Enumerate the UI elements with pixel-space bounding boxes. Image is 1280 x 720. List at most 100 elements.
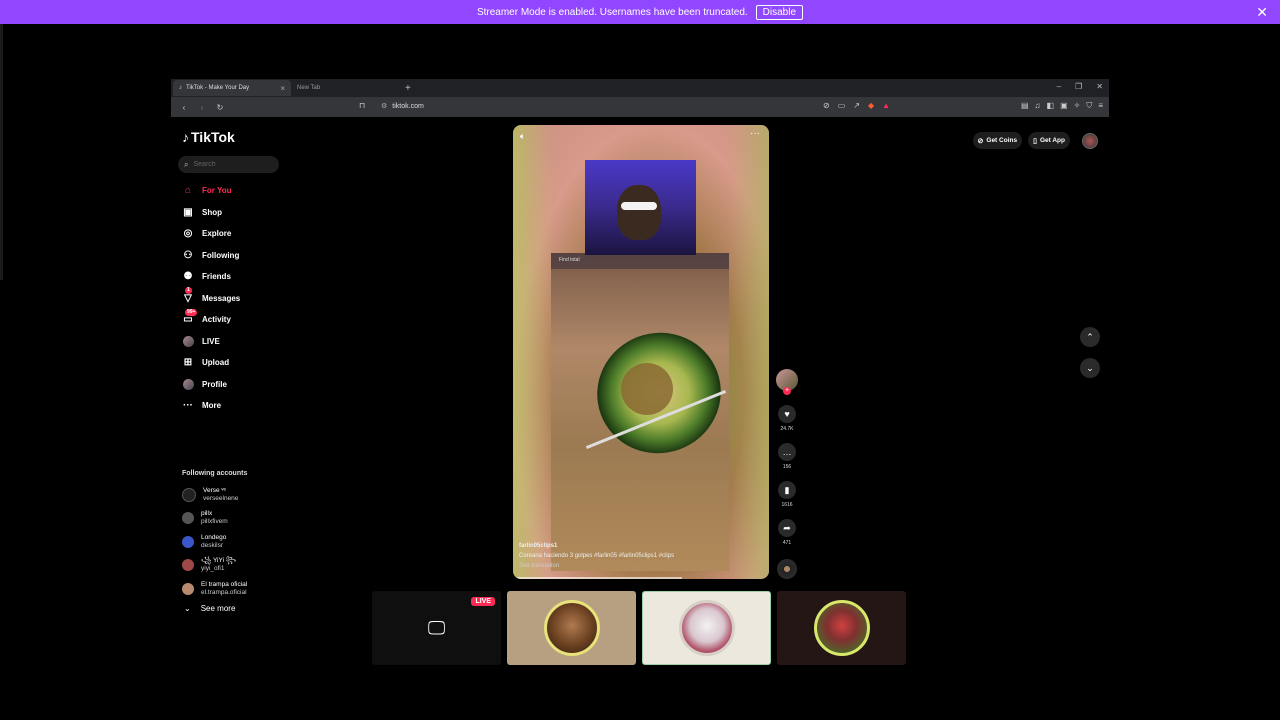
following-icon: ⚇ [183,249,193,261]
like-count: 24.7K [780,426,794,432]
streamer-face [617,185,661,240]
tab-new-tab[interactable]: New Tab [291,80,401,96]
profile-avatar-image [182,378,194,390]
list-item[interactable]: El trampa oficial el.trampa.oficial [182,577,247,601]
video-player[interactable]: Find total 🔈︎ ··· farlin05clips1 Coreana… [513,125,769,579]
sidebar-item-label: Upload [202,358,230,368]
sidebar-item-shop[interactable]: ▣ Shop [182,202,240,224]
video-author[interactable]: farlin05clips1 [519,541,674,551]
live-card-selected[interactable] [642,591,771,665]
more-options-icon[interactable]: ··· [750,128,760,139]
avatar [182,487,196,502]
following-accounts-heading: Following accounts [182,470,248,477]
live-avatar [182,335,194,347]
split-view-icon[interactable]: ◧ [1047,101,1055,111]
avatar[interactable] [1082,132,1098,149]
volume-icon[interactable]: 🔈︎ [520,131,525,142]
avatar [678,600,735,656]
brave-shield-icon[interactable]: ◆ [868,101,874,110]
streamer-mode-banner: Streamer Mode is enabled. Usernames have… [0,0,1280,24]
list-item[interactable]: Londego deskilsr [182,530,247,554]
bookmark-icon[interactable]: ⊓ [359,101,365,110]
sidebar-item-live[interactable]: LIVE [182,331,240,353]
more-icon: ··· [183,400,193,412]
reload-icon[interactable]: ↻ [215,103,225,112]
activity-icon: ▭ 99+ [183,308,198,326]
sidebar-item-activity[interactable]: ▭ 99+ Activity [182,308,240,331]
browser-menu-icon[interactable]: ≡ [1098,101,1103,111]
sidebar-item-friends[interactable]: ⚉ Friends [182,266,240,288]
site-info-icon[interactable]: ⚙ [381,103,387,110]
list-item[interactable]: ꧁ YiYi ꧂ yiyi_ofi1 [182,554,247,578]
list-item[interactable]: Verse ᵛᵉ verseelnene [182,483,247,507]
minimize-icon[interactable]: – [1057,82,1061,91]
see-more-label: See more [200,604,236,613]
disable-streamer-mode-button[interactable]: Disable [755,4,804,20]
comment-button[interactable]: … 156 [775,443,799,470]
sidebar-item-messages[interactable]: ▽ 1 Messages [182,287,240,310]
see-translation-link[interactable]: See translation [519,561,674,571]
url-text: tiktok.com [392,103,424,110]
search-box[interactable]: ⌕ [178,156,279,173]
share-icon[interactable]: ↗ [853,101,860,110]
account-name: pillx [201,510,213,518]
music-disc-button[interactable] [775,559,799,579]
sidebar-item-for-you[interactable]: ⌂ For You [182,180,240,202]
sidebar-item-upload[interactable]: ⊞ Upload [182,352,240,374]
tab-tiktok[interactable]: ♪ TikTok - Make Your Day × [173,80,291,96]
rewards-icon[interactable]: ▲ [882,101,890,110]
window-close-icon[interactable]: ✕ [1096,82,1103,91]
sidebar-item-label: LIVE [202,336,220,346]
comment-icon: … [778,443,796,461]
sidebar-toggle-icon[interactable]: ▤ [1021,101,1029,111]
coin-icon: ⊘ [977,137,984,145]
list-item[interactable]: pillx pillxfivem [182,507,247,531]
messages-badge: 1 [185,287,192,295]
cast-icon[interactable]: ▭ [838,101,846,110]
back-icon[interactable]: ‹ [179,103,189,112]
creator-avatar-button[interactable]: + [775,369,799,395]
sidebar-nav: ⌂ For You ▣ Shop ◎ Explore ⚇ Following ⚉… [182,180,240,417]
chevron-up-icon[interactable]: ⌃ [1080,327,1100,347]
account-handle: pillxfivem [201,518,228,526]
sidebar-item-more[interactable]: ··· More [182,395,240,417]
url-field[interactable]: ⚙ tiktok.com [381,102,424,110]
vpn-icon[interactable]: ⛉ [1086,101,1092,111]
save-button[interactable]: ▮ 1616 [775,481,799,508]
sidebar-item-explore[interactable]: ◎ Explore [182,223,240,245]
compass-icon: ◎ [183,228,193,240]
live-card[interactable] [777,591,906,665]
get-coins-button[interactable]: ⊘ Get Coins [972,132,1023,149]
get-app-button[interactable]: ▯ Get App [1028,132,1070,149]
tiktok-logo[interactable]: ♪ TikTok [182,129,235,145]
media-icon[interactable]: ♫ [1035,101,1041,111]
restore-icon[interactable]: ❐ [1075,82,1082,91]
sidebar-item-profile[interactable]: Profile [182,374,240,396]
search-input[interactable] [193,161,264,168]
share-button[interactable]: ➦ 471 [775,519,799,546]
tab-close-icon[interactable]: × [280,84,285,93]
live-card[interactable] [507,591,636,665]
sidebar-item-following[interactable]: ⚇ Following [182,245,240,267]
follow-plus-icon[interactable]: + [783,387,791,395]
wallet-icon[interactable]: ▣ [1060,101,1068,111]
like-button[interactable]: ♥ 24.7K [775,405,799,432]
account-handle: el.trampa.oficial [201,588,247,596]
avatar [182,512,194,525]
avatar [182,582,194,595]
address-bar: ‹ › ↻ ⊓ ⚙ tiktok.com ⊘ ▭ ↗ ◆ ▲ ▤ ♫ ◧ ▣ ✧ … [171,97,1109,117]
chevron-down-icon[interactable]: ⌄ [1080,358,1100,378]
forward-icon[interactable]: › [197,103,207,112]
tab-bar: ♪ TikTok - Make Your Day × New Tab + – ❐… [171,79,1109,97]
upload-icon: ⊞ [183,357,193,369]
see-more-button[interactable]: ⌄ See more [184,604,235,613]
live-card[interactable]: LIVE 🖵︎ [372,591,501,665]
new-tab-plus-icon[interactable]: + [405,83,411,94]
get-coins-label: Get Coins [986,137,1018,144]
tracking-off-icon[interactable]: ⊘ [823,101,830,110]
leo-ai-icon[interactable]: ✧ [1074,101,1081,111]
video-progress-bar[interactable] [513,577,682,579]
share-arrow-icon: ➦ [778,519,796,537]
close-icon[interactable]: ✕ [1256,4,1268,21]
window-controls: – ❐ ✕ [1057,82,1103,91]
